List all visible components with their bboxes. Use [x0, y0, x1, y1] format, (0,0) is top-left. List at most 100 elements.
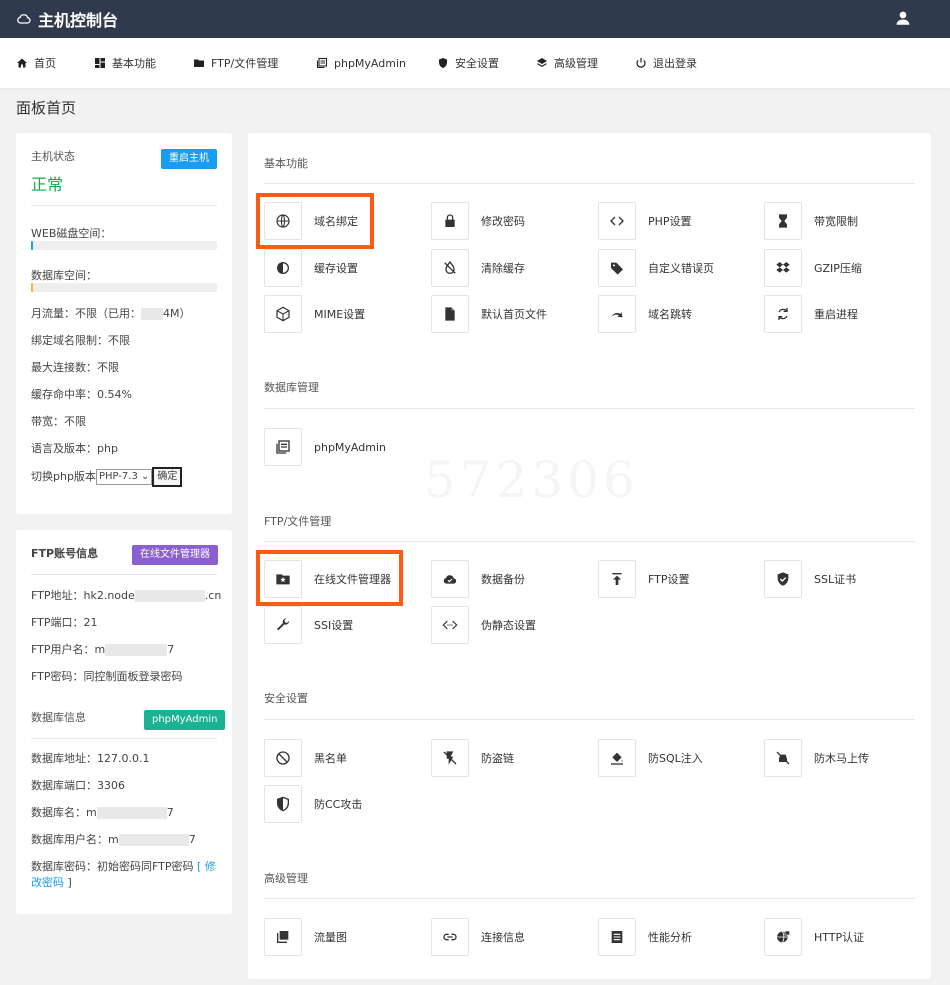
redacted-value [105, 644, 168, 656]
tile-database-0[interactable]: phpMyAdmin [264, 427, 386, 467]
tile-basic-11[interactable]: 重启进程 [764, 294, 858, 334]
tile-advanced-3[interactable]: HTTP认证 [764, 917, 864, 957]
tile-security-2[interactable]: 防SQL注入 [598, 738, 703, 778]
cache-hit-rate: 缓存命中率：0.54% [31, 388, 132, 401]
tile-security-1[interactable]: 防盗链 [431, 738, 514, 778]
highlight-file-manager [256, 550, 403, 606]
db-info-title: 数据库信息 [31, 711, 86, 724]
confirm-button[interactable]: 确定 [152, 467, 183, 487]
nav-home[interactable]: 首页 [16, 38, 56, 88]
db-port: 数据库端口：3306 [31, 779, 125, 792]
tile-icon-box [598, 739, 636, 777]
tile-icon-box [764, 249, 802, 287]
shield-check-icon [777, 572, 789, 586]
section-database-title: 数据库管理 [264, 381, 319, 394]
highlight-domain-binding [256, 193, 374, 249]
tile-icon-box [264, 295, 302, 333]
ftp-username: FTP用户名：m 7 [31, 641, 174, 657]
tile-basic-3[interactable]: 带宽限制 [764, 201, 858, 241]
app-title: 主机控制台 [38, 11, 119, 30]
section-security-title: 安全设置 [264, 692, 308, 705]
bandwidth-info: 带宽：不限 [31, 415, 86, 428]
tile-icon-box [431, 249, 469, 287]
tile-ftp-4[interactable]: SSI设置 [264, 605, 353, 645]
tile-basic-7[interactable]: GZIP压缩 [764, 248, 862, 288]
tile-icon-box [264, 428, 302, 466]
code-dots-icon [442, 620, 458, 630]
nav-advanced[interactable]: 高级管理 [536, 38, 598, 88]
nav-ftp[interactable]: FTP/文件管理 [193, 38, 278, 88]
cloud-icon [17, 14, 31, 24]
tile-ftp-3[interactable]: SSL证书 [764, 559, 856, 599]
nav-label: 退出登录 [653, 57, 697, 70]
tile-icon-box [764, 295, 802, 333]
change-password-link-cont[interactable]: 改密码 [31, 876, 64, 889]
tile-icon-box [764, 560, 802, 598]
tile-advanced-0[interactable]: 流量图 [264, 917, 347, 957]
user-icon[interactable] [894, 9, 912, 27]
cube-icon [276, 306, 290, 322]
php-version-select[interactable]: PHP-7.3 ⌄ [95, 469, 153, 485]
nav-label: 基本功能 [112, 57, 156, 70]
tile-label: 防CC攻击 [314, 798, 363, 811]
ftp-addr-prefix: FTP地址：hk2.node [31, 589, 135, 602]
tile-advanced-1[interactable]: 连接信息 [431, 917, 525, 957]
library-icon [277, 931, 289, 943]
ftp-db-card: FTP账号信息 在线文件管理器 FTP地址：hk2.node .cn FTP端口：… [16, 530, 232, 914]
tile-basic-6[interactable]: 自定义错误页 [598, 248, 714, 288]
bug-off-icon [776, 751, 790, 765]
tile-basic-5[interactable]: 清除缓存 [431, 248, 525, 288]
phpmyadmin-button[interactable]: phpMyAdmin [144, 710, 226, 730]
tile-label: GZIP压缩 [814, 262, 862, 275]
tile-icon-box [598, 918, 636, 956]
tile-basic-2[interactable]: PHP设置 [598, 201, 692, 241]
tile-security-3[interactable]: 防木马上传 [764, 738, 869, 778]
tile-label: 重启进程 [814, 308, 858, 321]
tile-basic-8[interactable]: MIME设置 [264, 294, 365, 334]
tile-label: 防木马上传 [814, 752, 869, 765]
nav-logout[interactable]: 退出登录 [635, 38, 697, 88]
ftp-address: FTP地址：hk2.node .cn [31, 587, 221, 603]
paint-bucket-icon [611, 752, 623, 765]
nav-phpmyadmin[interactable]: phpMyAdmin [316, 38, 406, 88]
file-manager-button[interactable]: 在线文件管理器 [132, 545, 218, 565]
tile-label: 防SQL注入 [648, 752, 703, 765]
tile-ftp-1[interactable]: 数据备份 [431, 559, 525, 599]
ftp-user-prefix: FTP用户名：m [31, 643, 106, 656]
tile-advanced-2[interactable]: 性能分析 [598, 917, 692, 957]
traffic-tail: 4M） [163, 307, 191, 320]
tile-ftp-2[interactable]: FTP设置 [598, 559, 690, 599]
tile-icon-box [431, 295, 469, 333]
nav-basic[interactable]: 基本功能 [94, 38, 156, 88]
tile-label: HTTP认证 [814, 931, 865, 944]
php-switch-label: 切换php版本 [31, 470, 96, 483]
tile-label: phpMyAdmin [314, 440, 386, 454]
tile-icon-box [431, 918, 469, 956]
host-status-label: 主机状态 [31, 150, 75, 163]
divider [31, 738, 217, 739]
tile-label: 连接信息 [481, 931, 525, 944]
redacted-value [96, 807, 167, 819]
db-name: 数据库名：m 7 [31, 804, 174, 820]
tile-security-4[interactable]: 防CC攻击 [264, 784, 362, 824]
tile-basic-10[interactable]: 域名跳转 [598, 294, 692, 334]
block-icon [276, 751, 290, 765]
bracket-close: ] [67, 876, 72, 889]
db-space-fill [31, 283, 33, 292]
tile-label: 清除缓存 [481, 262, 525, 275]
nav-security[interactable]: 安全设置 [437, 38, 499, 88]
tile-label: SSL证书 [814, 573, 857, 586]
tile-security-0[interactable]: 黑名单 [264, 738, 347, 778]
divider [264, 898, 915, 899]
tile-label: 黑名单 [314, 752, 347, 765]
tile-basic-4[interactable]: 缓存设置 [264, 248, 358, 288]
dropbox-icon [776, 262, 790, 273]
app-brand[interactable]: 主机控制台 [16, 7, 118, 31]
tile-ftp-5[interactable]: 伪静态设置 [431, 605, 536, 645]
change-password-link[interactable]: 修 [205, 860, 216, 873]
no-drop-icon [444, 260, 456, 274]
restart-host-button[interactable]: 重启主机 [161, 149, 217, 169]
tile-basic-1[interactable]: 修改密码 [431, 201, 525, 241]
redacted-value [118, 834, 189, 846]
tile-basic-9[interactable]: 默认首页文件 [431, 294, 547, 334]
